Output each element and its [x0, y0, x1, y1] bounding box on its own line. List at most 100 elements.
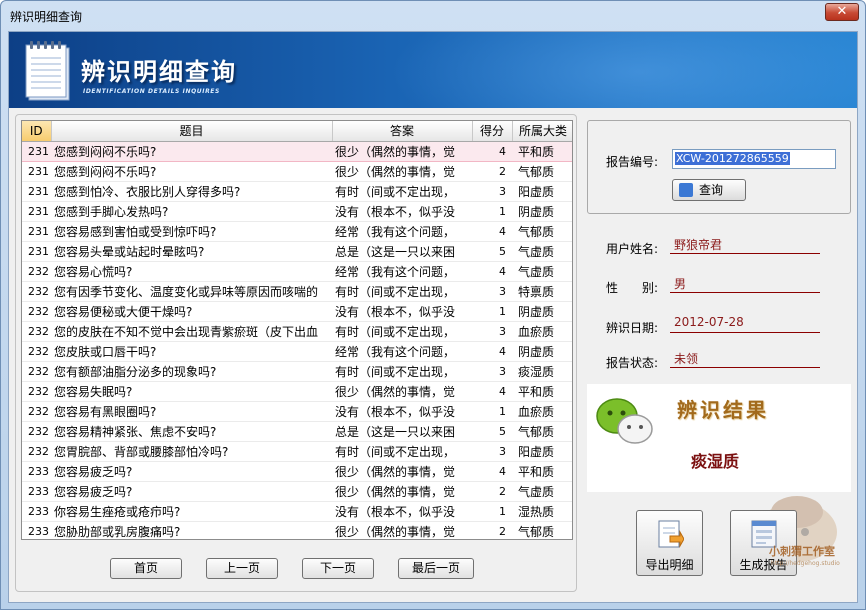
chat-bubble-icon — [596, 398, 653, 444]
column-header-question[interactable]: 题目 — [51, 121, 333, 142]
table-row[interactable]: 232 您皮肤或口唇干吗? 经常（我有这个问题， 4 阴虚质 — [22, 341, 572, 362]
cell-score: 2 — [472, 521, 512, 539]
cell-question: 您感到闷闷不乐吗? — [51, 161, 332, 182]
table-row[interactable]: 232 您有因季节变化、温度变化或异味等原因而咳喘的 有时（间或不定出现， 3 特禀质 — [22, 281, 572, 302]
query-button[interactable]: 查询 — [672, 179, 746, 201]
table-row[interactable]: 231 您感到闷闷不乐吗? 很少（偶然的事情，觉 2 气郁质 — [22, 161, 572, 182]
table-row[interactable]: 232 您的皮肤在不知不觉中会出现青紫瘀斑（皮下出血 有时（间或不定出现， 3 血瘀质 — [22, 321, 572, 342]
cell-id: 231 — [22, 241, 51, 262]
result-title: 辨识结果 — [677, 398, 769, 422]
cell-question: 您的皮肤在不知不觉中会出现青紫瘀斑（皮下出血 — [51, 321, 332, 342]
cell-score: 4 — [472, 141, 512, 162]
table-row[interactable]: 232 您胃脘部、背部或腰膝部怕冷吗? 有时（间或不定出现， 3 阳虚质 — [22, 441, 572, 462]
table-row[interactable]: 232 您容易精神紧张、焦虑不安吗? 总是（这是一只以来困 5 气郁质 — [22, 421, 572, 442]
gender-value: 男 — [670, 275, 820, 293]
cell-score: 2 — [472, 481, 512, 502]
column-header-score[interactable]: 得分 — [472, 121, 513, 142]
column-header-id[interactable]: ID — [22, 121, 52, 142]
cell-score: 2 — [472, 161, 512, 182]
cell-id: 232 — [22, 321, 51, 342]
watermark-subtext: http://hedgehog.studio — [771, 560, 840, 567]
report-id-input[interactable]: XCW-201272865559 — [672, 149, 836, 169]
cell-question: 您皮肤或口唇干吗? — [51, 341, 332, 362]
table-row[interactable]: 231 您容易感到害怕或受到惊吓吗? 经常（我有这个问题， 4 气郁质 — [22, 221, 572, 242]
cell-question: 您容易疲乏吗? — [51, 481, 332, 502]
cell-score: 3 — [472, 321, 512, 342]
prev-page-button[interactable]: 上一页 — [206, 558, 278, 579]
result-panel: 辨识结果 痰湿质 — [587, 384, 851, 492]
cell-question: 你容易生痤疮或疮疖吗? — [51, 501, 332, 522]
cell-id: 232 — [22, 401, 51, 422]
cell-id: 232 — [22, 341, 51, 362]
user-name-value: 野狼帝君 — [670, 236, 820, 254]
table-row[interactable]: 231 您感到手脚心发热吗? 没有（根本不，似乎没 1 阴虚质 — [22, 201, 572, 222]
cell-category: 阳虚质 — [512, 441, 572, 462]
cell-answer: 有时（间或不定出现， — [332, 321, 472, 342]
table-row[interactable]: 233 你容易生痤疮或疮疖吗? 没有（根本不，似乎没 1 湿热质 — [22, 501, 572, 522]
report-id-label: 报告编号: — [606, 155, 659, 169]
cell-category: 血瘀质 — [512, 321, 572, 342]
cell-answer: 有时（间或不定出现， — [332, 181, 472, 202]
cell-answer: 很少（偶然的事情，觉 — [332, 461, 472, 482]
table-row[interactable]: 233 您容易疲乏吗? 很少（偶然的事情，觉 2 气虚质 — [22, 481, 572, 502]
cell-id: 231 — [22, 201, 51, 222]
export-details-button[interactable]: 导出明细 — [636, 510, 703, 576]
cell-id: 232 — [22, 261, 51, 282]
cell-id: 231 — [22, 181, 51, 202]
banner-title: 辨识明细查询 — [81, 58, 237, 86]
cell-score: 4 — [472, 221, 512, 242]
cell-question: 您容易有黑眼圈吗? — [51, 401, 332, 422]
cell-id: 231 — [22, 221, 51, 242]
cell-answer: 很少（偶然的事情，觉 — [332, 521, 472, 539]
cell-category: 平和质 — [512, 461, 572, 482]
next-page-button[interactable]: 下一页 — [302, 558, 374, 579]
table-row[interactable]: 232 您容易有黑眼圈吗? 没有（根本不，似乎没 1 血瘀质 — [22, 401, 572, 422]
table-row[interactable]: 232 您容易心慌吗? 经常（我有这个问题， 4 气虚质 — [22, 261, 572, 282]
app-window: 辨识明细查询 ✕ 辨识明细查询 IDENTIFICATION DETAILS I… — [0, 0, 866, 610]
cell-answer: 经常（我有这个问题， — [332, 261, 472, 282]
table-row[interactable]: 233 您胁肋部或乳房腹痛吗? 很少（偶然的事情，觉 2 气郁质 — [22, 521, 572, 539]
cell-question: 您感到怕冷、衣服比别人穿得多吗? — [51, 181, 332, 202]
cell-category: 湿热质 — [512, 501, 572, 522]
cell-answer: 经常（我有这个问题， — [332, 221, 472, 242]
cell-question: 您胁肋部或乳房腹痛吗? — [51, 521, 332, 539]
column-header-answer[interactable]: 答案 — [332, 121, 473, 142]
header-banner: 辨识明细查询 IDENTIFICATION DETAILS INQUIRES — [9, 32, 857, 108]
table-row[interactable]: 232 您容易失眠吗? 很少（偶然的事情，觉 4 平和质 — [22, 381, 572, 402]
table-row[interactable]: 231 您容易头晕或站起时晕眩吗? 总是（这是一只以来困 5 气虚质 — [22, 241, 572, 262]
cell-question: 您容易失眠吗? — [51, 381, 332, 402]
table-row[interactable]: 231 您感到怕冷、衣服比别人穿得多吗? 有时（间或不定出现， 3 阳虚质 — [22, 181, 572, 202]
cell-score: 5 — [472, 421, 512, 442]
cell-category: 痰湿质 — [512, 361, 572, 382]
first-page-button[interactable]: 首页 — [110, 558, 182, 579]
cell-category: 气虚质 — [512, 261, 572, 282]
cell-category: 阴虚质 — [512, 201, 572, 222]
cell-question: 您容易疲乏吗? — [51, 461, 332, 482]
table-row[interactable]: 232 您有额部油脂分泌多的现象吗? 有时（间或不定出现， 3 痰湿质 — [22, 361, 572, 382]
client-area: 辨识明细查询 IDENTIFICATION DETAILS INQUIRES I… — [8, 31, 858, 603]
cell-answer: 有时（间或不定出现， — [332, 361, 472, 382]
report-query-group: 报告编号: XCW-201272865559 查询 — [587, 120, 851, 214]
cell-score: 4 — [472, 341, 512, 362]
cell-answer: 很少（偶然的事情，觉 — [332, 381, 472, 402]
cell-category: 气虚质 — [512, 481, 572, 502]
banner-subtitle: IDENTIFICATION DETAILS INQUIRES — [83, 88, 220, 95]
table-row[interactable]: 231 您感到闷闷不乐吗? 很少（偶然的事情，觉 4 平和质 — [22, 141, 572, 162]
cell-id: 232 — [22, 301, 51, 322]
cell-score: 1 — [472, 201, 512, 222]
date-label: 辨识日期: — [606, 321, 659, 335]
cell-score: 4 — [472, 261, 512, 282]
cell-category: 阳虚质 — [512, 181, 572, 202]
cell-id: 233 — [22, 521, 51, 539]
cell-question: 您容易便秘或大便干燥吗? — [51, 301, 332, 322]
cell-answer: 没有（根本不，似乎没 — [332, 201, 472, 222]
close-button[interactable]: ✕ — [825, 3, 859, 21]
cell-id: 232 — [22, 421, 51, 442]
cell-score: 1 — [472, 301, 512, 322]
column-header-category[interactable]: 所属大类 — [512, 121, 572, 142]
cell-category: 气郁质 — [512, 221, 572, 242]
last-page-button[interactable]: 最后一页 — [398, 558, 474, 579]
table-row[interactable]: 233 您容易疲乏吗? 很少（偶然的事情，觉 4 平和质 — [22, 461, 572, 482]
cell-answer: 很少（偶然的事情，觉 — [332, 141, 472, 162]
table-row[interactable]: 232 您容易便秘或大便干燥吗? 没有（根本不，似乎没 1 阴虚质 — [22, 301, 572, 322]
